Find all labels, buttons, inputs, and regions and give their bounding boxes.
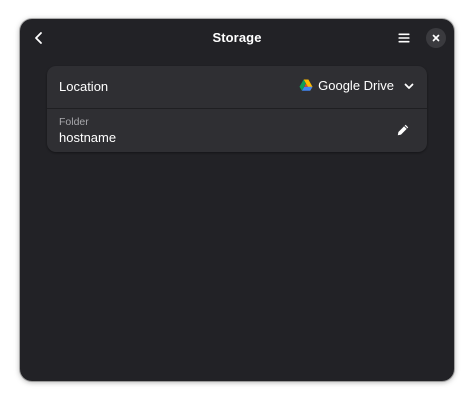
main-menu-button[interactable] — [391, 25, 417, 51]
pencil-icon — [397, 124, 409, 136]
header-bar: Storage — [20, 19, 454, 57]
close-button[interactable] — [426, 28, 446, 48]
storage-settings-card: Location Google Drive Folder hostname — [47, 66, 427, 152]
hamburger-menu-icon — [398, 33, 410, 43]
google-drive-icon — [299, 79, 313, 91]
edit-folder-button[interactable] — [391, 118, 415, 142]
location-selected-value: Google Drive — [318, 78, 394, 93]
location-row: Location Google Drive — [47, 66, 427, 109]
location-dropdown[interactable]: Google Drive — [299, 78, 416, 93]
folder-row: Folder hostname — [47, 109, 427, 152]
location-label: Location — [59, 79, 109, 94]
folder-caption: Folder — [59, 116, 89, 128]
storage-dialog: Storage Location Google Drive Folder hos… — [20, 19, 454, 381]
chevron-down-icon — [404, 83, 414, 89]
folder-value: hostname — [59, 130, 117, 145]
page-title: Storage — [212, 30, 262, 45]
close-icon — [432, 34, 440, 42]
